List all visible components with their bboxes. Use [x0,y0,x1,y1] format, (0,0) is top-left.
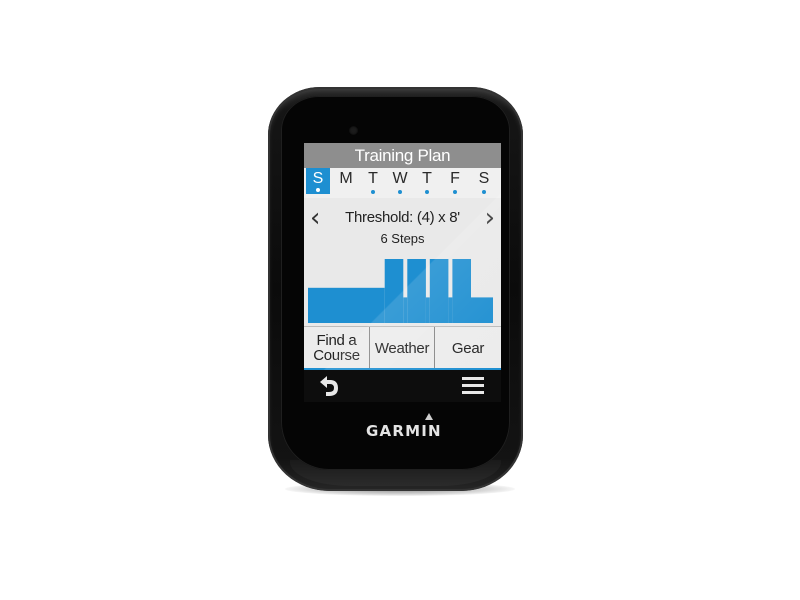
workout-step-bar-recovery [403,297,408,323]
button-label: Gear [451,339,485,357]
workout-step-bar-interval [452,259,471,323]
workout-dot-icon [425,190,429,194]
day-label: T [368,170,378,187]
device-screen: Training Plan S M T W T F S ‹ Threshold:… [304,143,501,370]
brand-logo: GARMIN [366,422,442,440]
workout-header: ‹ Threshold: (4) x 8' 6 Steps › [304,201,501,251]
workout-dot-icon [453,190,457,194]
ambient-light-sensor [349,126,358,135]
workout-dot-icon [398,190,402,194]
day-tab[interactable]: S [472,168,496,198]
page-title: Training Plan [304,143,501,168]
workout-step-bar-cooldown [475,297,493,323]
day-label: T [422,170,432,187]
hamburger-menu-icon[interactable] [462,377,484,395]
week-day-selector: S M T W T F S [304,168,501,198]
workout-step-bar-interval [384,259,404,323]
button-label: Weather [374,339,430,357]
back-arrow-icon[interactable] [316,374,342,398]
day-tab[interactable]: F [443,168,467,198]
day-label: M [339,170,353,187]
button-label: Course [313,347,360,364]
workout-dot-icon [482,190,486,194]
workout-step-count: 6 Steps [380,231,425,246]
workout-dot-icon [371,190,375,194]
workout-step-bar-recovery [471,297,475,323]
workout-step-bar-interval [407,259,426,323]
workout-step-bar-warmup [308,287,385,323]
day-tab[interactable]: T [361,168,385,198]
chevron-right-icon[interactable]: › [485,205,495,231]
weather-button[interactable]: Weather [370,327,435,369]
garmin-logo-triangle-icon [425,413,433,420]
workout-step-bar-interval [429,259,449,323]
softkey-bar [304,370,501,402]
day-tab[interactable]: T [415,168,439,198]
day-label: S [478,170,490,187]
action-buttons: Find a Course Weather Gear [304,326,501,369]
day-label: W [392,170,408,187]
workout-profile-chart [308,259,493,323]
workout-name: Threshold: (4) x 8' [345,209,460,226]
workout-dot-icon [316,188,320,192]
find-a-course-button[interactable]: Find a Course [304,327,370,369]
gear-button[interactable]: Gear [435,327,501,369]
day-tab[interactable]: W [388,168,412,198]
day-label: F [450,170,460,187]
day-tab[interactable]: M [334,168,358,198]
workout-step-bar-recovery [448,297,453,323]
workout-step-bar-recovery [425,297,430,323]
day-label: S [312,170,324,187]
day-tab[interactable]: S [306,168,330,194]
